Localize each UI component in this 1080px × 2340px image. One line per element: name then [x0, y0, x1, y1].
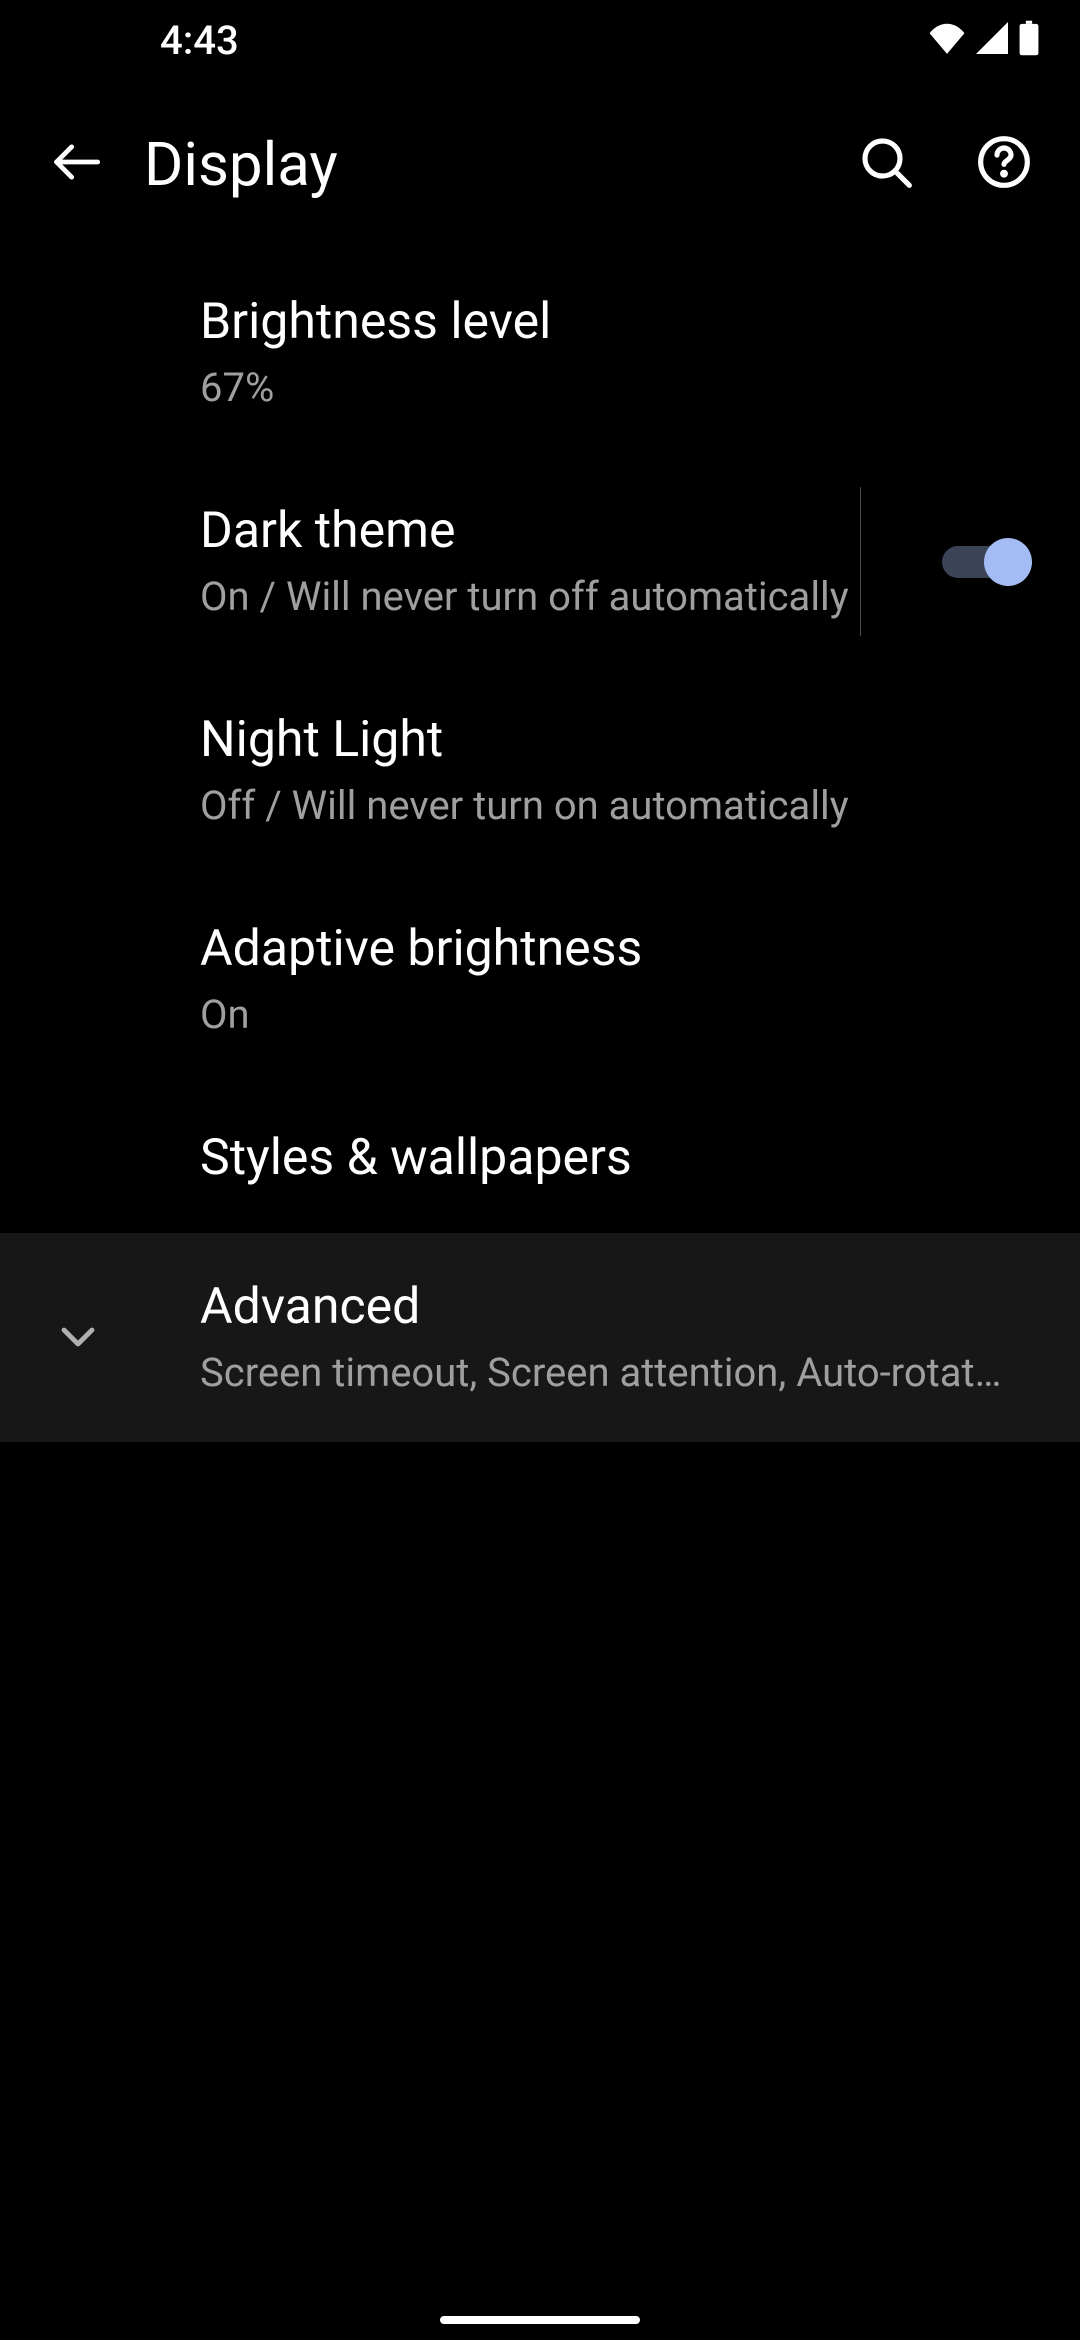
- navigation-bar[interactable]: [440, 2316, 640, 2324]
- setting-night-light[interactable]: Night Light Off / Will never turn on aut…: [0, 666, 1080, 875]
- setting-adaptive-brightness[interactable]: Adaptive brightness On: [0, 875, 1080, 1084]
- page-title: Display: [144, 129, 850, 200]
- setting-title: Styles & wallpapers: [200, 1126, 880, 1191]
- app-bar: Display: [0, 80, 1080, 248]
- setting-styles-wallpapers[interactable]: Styles & wallpapers: [0, 1084, 1080, 1233]
- setting-subtitle: On / Will never turn off automatically: [200, 570, 850, 624]
- help-button[interactable]: [968, 128, 1040, 200]
- setting-text: Adaptive brightness On: [200, 917, 880, 1042]
- setting-dark-theme[interactable]: Dark theme On / Will never turn off auto…: [0, 457, 1080, 666]
- setting-text: Brightness level 67%: [200, 290, 880, 415]
- chevron-down-icon: [54, 1312, 102, 1364]
- battery-icon: [1018, 20, 1040, 60]
- status-time: 4:43: [160, 17, 239, 64]
- app-bar-actions: [850, 128, 1040, 200]
- status-icons: [928, 20, 1040, 60]
- wifi-icon: [928, 22, 966, 58]
- setting-subtitle: On: [200, 988, 880, 1042]
- setting-title: Dark theme: [200, 499, 850, 564]
- help-icon: [976, 134, 1032, 194]
- toggle-thumb: [984, 538, 1032, 586]
- setting-subtitle: 67%: [200, 361, 880, 415]
- expand-button: [42, 1302, 114, 1374]
- settings-list: Brightness level 67% Dark theme On / Wil…: [0, 248, 1080, 1442]
- setting-subtitle: Off / Will never turn on automatically: [200, 779, 880, 833]
- setting-text: Styles & wallpapers: [200, 1126, 880, 1191]
- search-icon: [858, 134, 914, 194]
- setting-advanced[interactable]: Advanced Screen timeout, Screen attentio…: [0, 1233, 1080, 1442]
- search-button[interactable]: [850, 128, 922, 200]
- setting-title: Brightness level: [200, 290, 880, 355]
- setting-title: Advanced: [200, 1275, 1020, 1340]
- separator-line: [860, 487, 861, 636]
- dark-theme-toggle[interactable]: [942, 538, 1030, 586]
- setting-brightness-level[interactable]: Brightness level 67%: [0, 248, 1080, 457]
- cellular-icon: [976, 22, 1008, 58]
- setting-text: Dark theme On / Will never turn off auto…: [200, 499, 850, 624]
- setting-title: Adaptive brightness: [200, 917, 880, 982]
- setting-subtitle: Screen timeout, Screen attention, Auto-r…: [200, 1346, 1020, 1400]
- arrow-back-icon: [50, 136, 102, 192]
- setting-text: Night Light Off / Will never turn on aut…: [200, 708, 880, 833]
- nav-pill: [440, 2316, 640, 2324]
- back-button[interactable]: [40, 128, 112, 200]
- status-bar: 4:43: [0, 0, 1080, 80]
- setting-title: Night Light: [200, 708, 880, 773]
- setting-text: Advanced Screen timeout, Screen attentio…: [200, 1275, 1020, 1400]
